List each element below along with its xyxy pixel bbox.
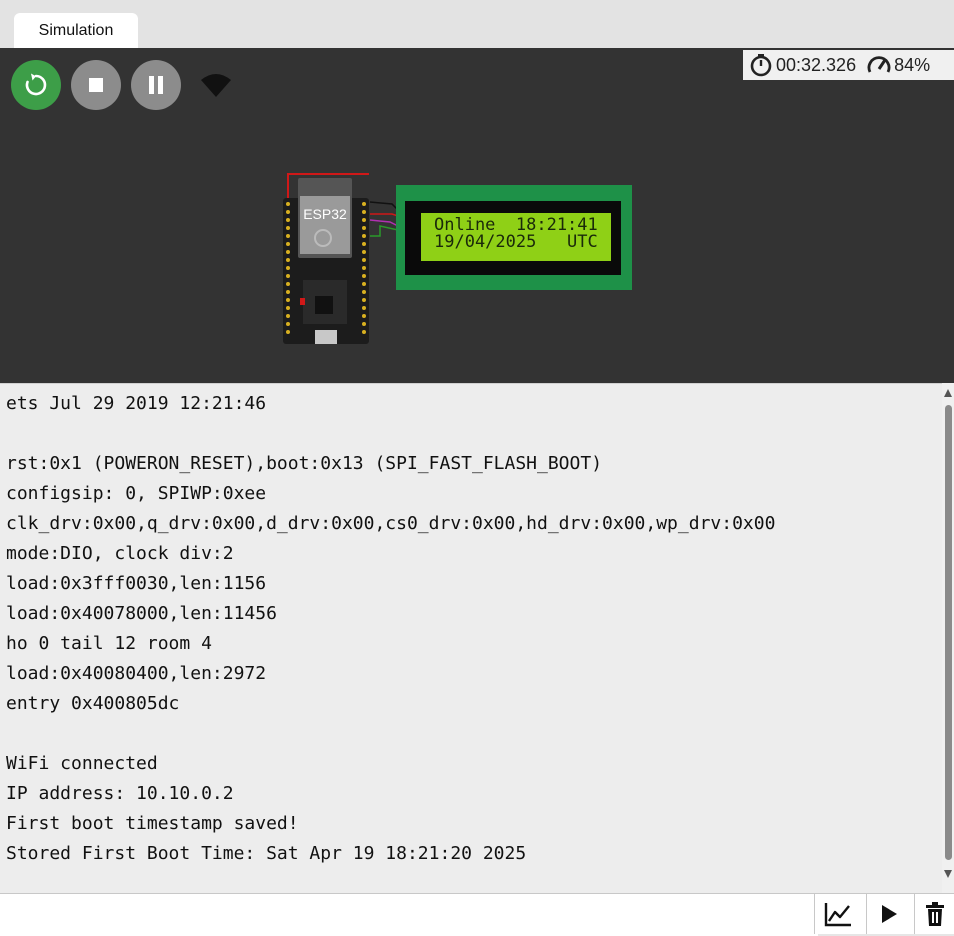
chart-icon: [824, 903, 851, 927]
simulation-canvas: 00:32.326 84% ESP32 Online 18:21:41 19/0…: [0, 48, 954, 383]
timer-icon: [750, 54, 772, 77]
clear-button[interactable]: [914, 894, 954, 934]
scroll-down-arrow-icon[interactable]: [944, 870, 952, 878]
lcd-line-2: 19/04/2025 UTC: [434, 232, 598, 252]
serial-scrollbar[interactable]: [942, 383, 954, 893]
lcd-frame: Online 18:21:41 19/04/2025 UTC: [405, 201, 621, 275]
plotter-button[interactable]: [814, 894, 861, 934]
serial-line: load:0x40080400,len:2972: [6, 663, 267, 684]
play-icon: [882, 905, 897, 923]
pause-button[interactable]: [131, 60, 181, 110]
wifi-icon: [201, 74, 231, 97]
serial-line: [0, 419, 942, 449]
serial-monitor: ets Jul 29 2019 12:21:46 rst:0x1 (POWERON…: [0, 383, 942, 894]
serial-line: load:0x3fff0030,len:1156: [6, 573, 267, 594]
pause-icon: [149, 76, 163, 94]
lcd-display: Online 18:21:41 19/04/2025 UTC: [396, 185, 632, 290]
serial-line: configsip: 0, SPIWP:0xee: [6, 483, 267, 504]
timer-value: 00:32.326: [776, 54, 857, 75]
speed-icon: [867, 56, 891, 73]
serial-output: ets Jul 29 2019 12:21:46 rst:0x1 (POWERON…: [0, 384, 942, 869]
restart-icon: [25, 73, 47, 96]
serial-line: clk_drv:0x00,q_drv:0x00,d_drv:0x00,cs0_d…: [6, 513, 776, 534]
serial-input-bar: [0, 893, 954, 936]
speed-value: 84%: [894, 54, 931, 75]
trash-icon: [926, 902, 944, 926]
serial-line: [0, 719, 942, 749]
serial-line: entry 0x400805dc: [6, 693, 180, 714]
tab-bar: Simulation: [0, 0, 954, 48]
scroll-up-arrow-icon[interactable]: [944, 389, 952, 397]
serial-line: First boot timestamp saved!: [6, 813, 299, 834]
lcd-screen: Online 18:21:41 19/04/2025 UTC: [421, 213, 611, 261]
serial-line: load:0x40078000,len:11456: [6, 603, 277, 624]
serial-line: ets Jul 29 2019 12:21:46: [6, 393, 267, 414]
esp32-board: ESP32: [283, 173, 369, 344]
esp32-label: ESP32: [303, 206, 347, 222]
scrollbar-thumb[interactable]: [945, 405, 952, 860]
tab-simulation[interactable]: Simulation: [14, 13, 138, 48]
serial-line: WiFi connected: [6, 753, 158, 774]
send-button[interactable]: [866, 894, 911, 934]
lcd-wires: [369, 201, 399, 237]
serial-line: mode:DIO, clock div:2: [6, 543, 234, 564]
serial-line: Stored First Boot Time: Sat Apr 19 18:21…: [6, 843, 527, 864]
stop-icon: [89, 78, 103, 92]
serial-line: rst:0x1 (POWERON_RESET),boot:0x13 (SPI_F…: [6, 453, 603, 474]
simulation-status: 00:32.326 84%: [743, 50, 954, 80]
stop-button[interactable]: [71, 60, 121, 110]
restart-button[interactable]: [11, 60, 61, 110]
serial-line: ho 0 tail 12 room 4: [6, 633, 212, 654]
serial-input[interactable]: [0, 894, 818, 936]
serial-line: IP address: 10.10.0.2: [6, 783, 234, 804]
